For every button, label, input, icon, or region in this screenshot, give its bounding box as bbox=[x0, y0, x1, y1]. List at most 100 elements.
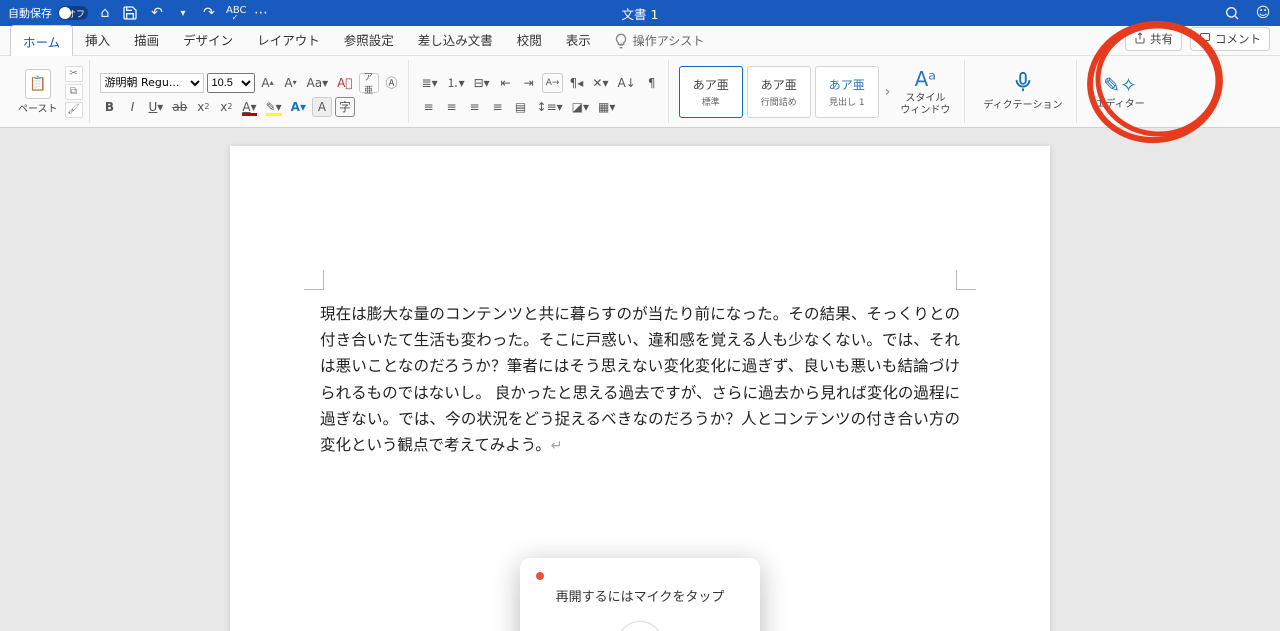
group-editor: ✎✧ エディター bbox=[1081, 60, 1158, 123]
style-normal[interactable]: あア亜 標準 bbox=[679, 66, 743, 118]
font-size-select[interactable]: 10.5 bbox=[207, 73, 255, 93]
line-spacing-button[interactable]: ↕≡▾ bbox=[534, 97, 566, 117]
increase-indent-button[interactable]: ⇥ bbox=[519, 73, 539, 93]
more-icon[interactable]: ⋯ bbox=[252, 5, 270, 21]
document-body[interactable]: 現在は膨大な量のコンテンツと共に暮らすのが当たり前になった。その結果、そっくりと… bbox=[320, 302, 960, 460]
asia-layout-button[interactable]: ✕▾ bbox=[589, 73, 611, 93]
underline-button[interactable]: U▾ bbox=[146, 97, 167, 117]
style-nospacing[interactable]: あア亜 行間詰め bbox=[747, 66, 811, 118]
decrease-size-icon[interactable]: A▾ bbox=[281, 73, 301, 93]
increase-size-icon[interactable]: A▴ bbox=[258, 73, 278, 93]
text-effects-button[interactable]: A▾ bbox=[288, 97, 309, 117]
clear-format-icon[interactable]: A⃠ bbox=[334, 73, 355, 93]
superscript-button[interactable]: x2 bbox=[216, 97, 236, 117]
spellcheck-icon[interactable]: ABC✓ bbox=[226, 5, 244, 22]
tab-view[interactable]: 表示 bbox=[554, 24, 603, 55]
account-icon[interactable]: ☺ bbox=[1254, 5, 1272, 21]
show-marks-button[interactable]: ¶ bbox=[642, 73, 662, 93]
style-pane-button[interactable]: Aᵃ スタイル ウィンドウ bbox=[892, 63, 958, 120]
multilevel-button[interactable]: ⊟▾ bbox=[471, 73, 493, 93]
tell-me[interactable]: 操作アシスト bbox=[603, 26, 715, 55]
align-center-button[interactable]: ≡ bbox=[442, 97, 462, 117]
phonetic-icon[interactable]: ア亜 bbox=[359, 73, 379, 93]
tab-layout[interactable]: レイアウト bbox=[245, 24, 332, 55]
dictation-popup[interactable]: 再開するにはマイクをタップ bbox=[520, 558, 760, 631]
font-name-select[interactable]: 游明朝 Regu... bbox=[100, 73, 204, 93]
redo-icon[interactable]: ↷ bbox=[200, 5, 218, 21]
lightbulb-icon bbox=[613, 33, 629, 49]
ltr-button[interactable]: A→ bbox=[542, 73, 564, 93]
clipboard-icon: 📋 bbox=[25, 69, 51, 99]
distribute-button[interactable]: ▤ bbox=[511, 97, 531, 117]
tell-me-label: 操作アシスト bbox=[633, 32, 705, 49]
enclose-icon[interactable]: Ⓐ bbox=[382, 73, 402, 93]
tab-draw[interactable]: 描画 bbox=[122, 24, 171, 55]
toggle-switch[interactable]: オフ bbox=[58, 6, 88, 20]
decrease-indent-button[interactable]: ⇤ bbox=[496, 73, 516, 93]
dictation-help-button[interactable] bbox=[698, 627, 732, 631]
dictation-mic-button[interactable] bbox=[617, 621, 663, 631]
tabs: ホーム 挿入 描画 デザイン レイアウト 参照設定 差し込み文書 校閲 表示 bbox=[10, 24, 603, 55]
paragraph-mark-icon: ↵ bbox=[551, 439, 563, 454]
bold-button[interactable]: B bbox=[100, 97, 120, 117]
highlight-button[interactable]: ✎▾ bbox=[263, 97, 285, 117]
style-pane-icon: Aᵃ bbox=[915, 67, 937, 91]
ribbon: 📋 ペースト ✂ ⧉ 🖌 游明朝 Regu... 10.5 A▴ A▾ Aa▾ … bbox=[0, 56, 1280, 128]
group-styles: あア亜 標準 あア亜 行間詰め あア亜 見出し 1 › Aᵃ スタイル ウィンド… bbox=[673, 60, 966, 123]
autosave-label: 自動保存 bbox=[8, 5, 52, 21]
font-color-button[interactable]: A▾ bbox=[239, 97, 259, 117]
document-title: 文書 1 bbox=[622, 4, 659, 23]
tab-design[interactable]: デザイン bbox=[171, 24, 245, 55]
comments-button[interactable]: コメント bbox=[1190, 27, 1270, 51]
tabs-row: ホーム 挿入 描画 デザイン レイアウト 参照設定 差し込み文書 校閲 表示 操… bbox=[0, 26, 1280, 56]
dictation-message: 再開するにはマイクをタップ bbox=[536, 586, 744, 605]
undo-dropdown-icon[interactable]: ▾ bbox=[174, 8, 192, 19]
align-left-button[interactable]: ≡ bbox=[419, 97, 439, 117]
justify-button[interactable]: ≡ bbox=[488, 97, 508, 117]
save-icon[interactable] bbox=[122, 5, 140, 21]
paste-button[interactable]: 📋 ペースト bbox=[14, 67, 62, 117]
cut-icon[interactable]: ✂ bbox=[65, 66, 83, 82]
share-button[interactable]: 共有 bbox=[1125, 27, 1182, 51]
tab-review[interactable]: 校閲 bbox=[505, 24, 554, 55]
dictation-button[interactable]: ディクテーション bbox=[975, 67, 1070, 116]
autosave-toggle[interactable]: 自動保存 オフ bbox=[8, 5, 88, 21]
search-icon[interactable] bbox=[1224, 5, 1242, 21]
recording-indicator-icon bbox=[536, 572, 544, 580]
group-font: 游明朝 Regu... 10.5 A▴ A▾ Aa▾ A⃠ ア亜 Ⓐ B I U… bbox=[94, 60, 409, 123]
tab-insert[interactable]: 挿入 bbox=[73, 24, 122, 55]
italic-button[interactable]: I bbox=[123, 97, 143, 117]
char-shading-button[interactable]: A bbox=[312, 97, 332, 117]
title-bar: 自動保存 オフ ⌂ ↶ ▾ ↷ ABC✓ ⋯ 文書 1 ☺ bbox=[0, 0, 1280, 26]
tab-references[interactable]: 参照設定 bbox=[332, 24, 406, 55]
sort-button[interactable]: A↓ bbox=[614, 73, 638, 93]
group-clipboard: 📋 ペースト ✂ ⧉ 🖌 bbox=[8, 60, 90, 123]
style-heading1[interactable]: あア亜 見出し 1 bbox=[815, 66, 879, 118]
format-painter-icon[interactable]: 🖌 bbox=[65, 102, 83, 118]
document-canvas[interactable]: 現在は膨大な量のコンテンツと共に暮らすのが当たり前になった。その結果、そっくりと… bbox=[0, 128, 1280, 631]
editor-button[interactable]: ✎✧ エディター bbox=[1087, 69, 1152, 115]
mic-icon bbox=[1012, 71, 1034, 98]
char-border-button[interactable]: 字 bbox=[335, 97, 355, 117]
shading-button[interactable]: ◪▾ bbox=[569, 97, 592, 117]
strikethrough-button[interactable]: ab bbox=[169, 97, 190, 117]
bullets-button[interactable]: ≣▾ bbox=[419, 73, 441, 93]
rtl-button[interactable]: ¶◂ bbox=[566, 73, 586, 93]
dictation-settings-button[interactable] bbox=[548, 627, 582, 631]
align-right-button[interactable]: ≡ bbox=[465, 97, 485, 117]
group-paragraph: ≣▾ ⒈▾ ⊟▾ ⇤ ⇥ A→ ¶◂ ✕▾ A↓ ¶ ≡ ≡ ≡ ≡ ▤ ↕≡▾… bbox=[413, 60, 669, 123]
group-dictation: ディクテーション bbox=[969, 60, 1077, 123]
change-case-icon[interactable]: Aa▾ bbox=[304, 73, 332, 93]
tab-home[interactable]: ホーム bbox=[10, 25, 73, 56]
borders-button[interactable]: ▦▾ bbox=[595, 97, 618, 117]
tab-mailings[interactable]: 差し込み文書 bbox=[406, 24, 505, 55]
share-icon bbox=[1134, 32, 1146, 47]
editor-icon: ✎✧ bbox=[1103, 73, 1137, 97]
styles-expand-icon[interactable]: › bbox=[883, 84, 893, 100]
numbering-button[interactable]: ⒈▾ bbox=[444, 73, 468, 93]
copy-icon[interactable]: ⧉ bbox=[65, 84, 83, 100]
comment-icon bbox=[1199, 32, 1211, 47]
undo-icon[interactable]: ↶ bbox=[148, 5, 166, 21]
home-icon[interactable]: ⌂ bbox=[96, 5, 114, 21]
subscript-button[interactable]: x2 bbox=[193, 97, 213, 117]
